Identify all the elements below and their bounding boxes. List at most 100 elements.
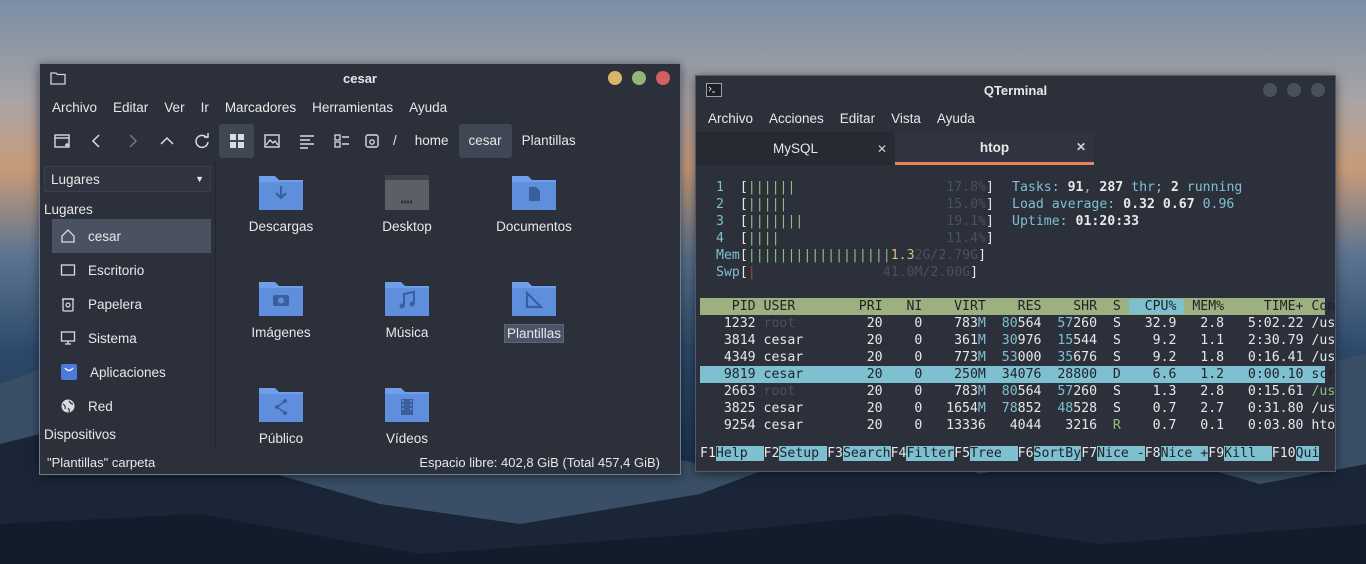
- process-cell: 9254: [700, 418, 764, 433]
- icon-view-button[interactable]: [219, 124, 254, 158]
- file-item-publico[interactable]: Público: [221, 384, 341, 447]
- process-cell: 3825: [700, 401, 764, 416]
- htop-screen[interactable]: 1 [|||||| 17.8%] 2 [||||| 15.0%] 3 [||||…: [696, 165, 1335, 471]
- process-row[interactable]: 9254 cesar 20 0 13336 4044 3216 R 0.7 0.…: [700, 417, 1335, 434]
- fm-titlebar[interactable]: cesar: [40, 64, 680, 92]
- menu-archivo[interactable]: Archivo: [700, 111, 761, 126]
- threads-count: 287: [1099, 180, 1124, 195]
- close-button[interactable]: [656, 71, 670, 85]
- cell-virt: 361: [930, 333, 978, 348]
- menu-marcadores[interactable]: Marcadores: [217, 100, 304, 115]
- reload-button[interactable]: [184, 124, 219, 158]
- templates-folder-icon: [512, 282, 556, 316]
- process-row-selected[interactable]: 9819 cesar 20 0 250M 34076 28800 D 6.6 1…: [700, 366, 1335, 383]
- menu-ir[interactable]: Ir: [193, 100, 217, 115]
- sidebar-item-aplicaciones[interactable]: Aplicaciones: [52, 355, 211, 389]
- file-item-desktop[interactable]: Desktop: [347, 172, 467, 235]
- compact-view-button[interactable]: [289, 124, 324, 158]
- process-cell: 4349: [700, 350, 764, 365]
- file-label: Música: [385, 325, 429, 340]
- fkey-action[interactable]: Setup: [779, 446, 828, 461]
- process-row[interactable]: 2663 root 20 0 783M 80564 57260 S 1.3 2.…: [700, 383, 1335, 400]
- tab-mysql[interactable]: MySQL ✕: [696, 132, 895, 165]
- fkey-action[interactable]: Qui: [1295, 446, 1320, 461]
- process-row[interactable]: 3825 cesar 20 0 1654M 78852 48528 S 0.7 …: [700, 400, 1335, 417]
- places-combo[interactable]: Lugares ▼: [44, 166, 211, 192]
- chevron-left-icon: [91, 134, 100, 148]
- menu-ayuda[interactable]: Ayuda: [929, 111, 983, 126]
- menu-archivo[interactable]: Archivo: [44, 100, 105, 115]
- applications-icon: [61, 364, 77, 380]
- menu-ayuda[interactable]: Ayuda: [401, 100, 455, 115]
- fkey-action[interactable]: Help: [715, 446, 764, 461]
- sidebar-item-escritorio[interactable]: Escritorio: [52, 253, 211, 287]
- cell-unit: M: [977, 316, 994, 331]
- process-cell: 6.6: [1128, 367, 1185, 382]
- term-titlebar[interactable]: QTerminal: [696, 76, 1335, 104]
- sidebar-item-cesar[interactable]: cesar: [52, 219, 211, 253]
- file-item-documentos[interactable]: Documentos: [474, 172, 594, 235]
- maximize-button[interactable]: [1287, 83, 1301, 97]
- process-row[interactable]: 3814 cesar 20 0 361M 30976 15544 S 9.2 1…: [700, 332, 1335, 349]
- process-cell: 3814: [700, 333, 764, 348]
- menu-editar[interactable]: Editar: [832, 111, 883, 126]
- drive-button[interactable]: [359, 124, 385, 158]
- close-tab-icon[interactable]: ✕: [877, 142, 887, 156]
- forward-button[interactable]: [114, 124, 149, 158]
- breadcrumb-root[interactable]: /: [385, 124, 405, 158]
- sidebar-item-sistema[interactable]: Sistema: [52, 321, 211, 355]
- file-item-descargas[interactable]: Descargas: [221, 172, 341, 235]
- threads-label: thr;: [1131, 180, 1163, 195]
- breadcrumb-cesar[interactable]: cesar: [458, 124, 512, 158]
- sidebar-item-papelera[interactable]: Papelera: [52, 287, 211, 321]
- close-tab-icon[interactable]: ✕: [1076, 140, 1086, 154]
- minimize-button[interactable]: [1263, 83, 1277, 97]
- reload-icon: [194, 133, 209, 149]
- up-button[interactable]: [149, 124, 184, 158]
- fkey-action[interactable]: Search: [842, 446, 891, 461]
- devices-header: Dispositivos: [44, 427, 117, 442]
- fkey-action[interactable]: Kill: [1224, 446, 1272, 461]
- file-item-imagenes[interactable]: Imágenes: [221, 278, 341, 341]
- breadcrumb-home[interactable]: home: [405, 124, 459, 158]
- menu-editar[interactable]: Editar: [105, 100, 156, 115]
- fkey-action[interactable]: Tree: [970, 446, 1018, 461]
- process-cell: 0: [890, 401, 931, 416]
- process-table-header[interactable]: PID USER PRI NI VIRT RES SHR S CPU% MEM%…: [700, 298, 1335, 315]
- menu-ver[interactable]: Ver: [156, 100, 192, 115]
- process-cell: root: [763, 316, 820, 331]
- fkey-action[interactable]: Filter: [906, 446, 955, 461]
- swap-value: 41.0M/2.00G: [882, 265, 971, 280]
- fkey-action[interactable]: Nice -: [1097, 446, 1145, 461]
- running-label: running: [1186, 180, 1243, 195]
- fkey-number: F5: [954, 446, 971, 461]
- tab-htop[interactable]: htop ✕: [895, 132, 1094, 165]
- menu-acciones[interactable]: Acciones: [761, 111, 832, 126]
- tab-label: htop: [979, 139, 1010, 155]
- file-item-plantillas[interactable]: Plantillas: [474, 278, 594, 343]
- file-label: Documentos: [496, 219, 572, 234]
- back-button[interactable]: [79, 124, 114, 158]
- fkey-action[interactable]: Nice +: [1160, 446, 1209, 461]
- menu-herramientas[interactable]: Herramientas: [304, 100, 401, 115]
- file-item-musica[interactable]: Música: [347, 278, 467, 341]
- detail-view-button[interactable]: [324, 124, 359, 158]
- menu-vista[interactable]: Vista: [883, 111, 929, 126]
- thumbnail-view-button[interactable]: [254, 124, 289, 158]
- process-row[interactable]: 4349 cesar 20 0 773M 53000 35676 S 9.2 1…: [700, 349, 1335, 366]
- process-cell: 3216: [1049, 418, 1105, 433]
- minimize-button[interactable]: [608, 71, 622, 85]
- breadcrumb-plantillas[interactable]: Plantillas: [512, 124, 586, 158]
- file-item-videos[interactable]: Vídeos: [347, 384, 467, 447]
- maximize-button[interactable]: [632, 71, 646, 85]
- cell-mem-high: 15: [1049, 333, 1074, 348]
- process-cell: 9.2: [1128, 350, 1185, 365]
- fkey-action[interactable]: SortBy: [1033, 446, 1082, 461]
- new-tab-button[interactable]: [44, 124, 79, 158]
- column-header-res: RES: [993, 299, 1050, 314]
- process-cell: S: [1105, 316, 1129, 331]
- sidebar-item-red[interactable]: Red: [52, 389, 211, 423]
- process-cell: 0:16.41: [1232, 350, 1312, 365]
- process-row[interactable]: 1232 root 20 0 783M 80564 57260 S 32.9 2…: [700, 315, 1335, 332]
- close-button[interactable]: [1311, 83, 1325, 97]
